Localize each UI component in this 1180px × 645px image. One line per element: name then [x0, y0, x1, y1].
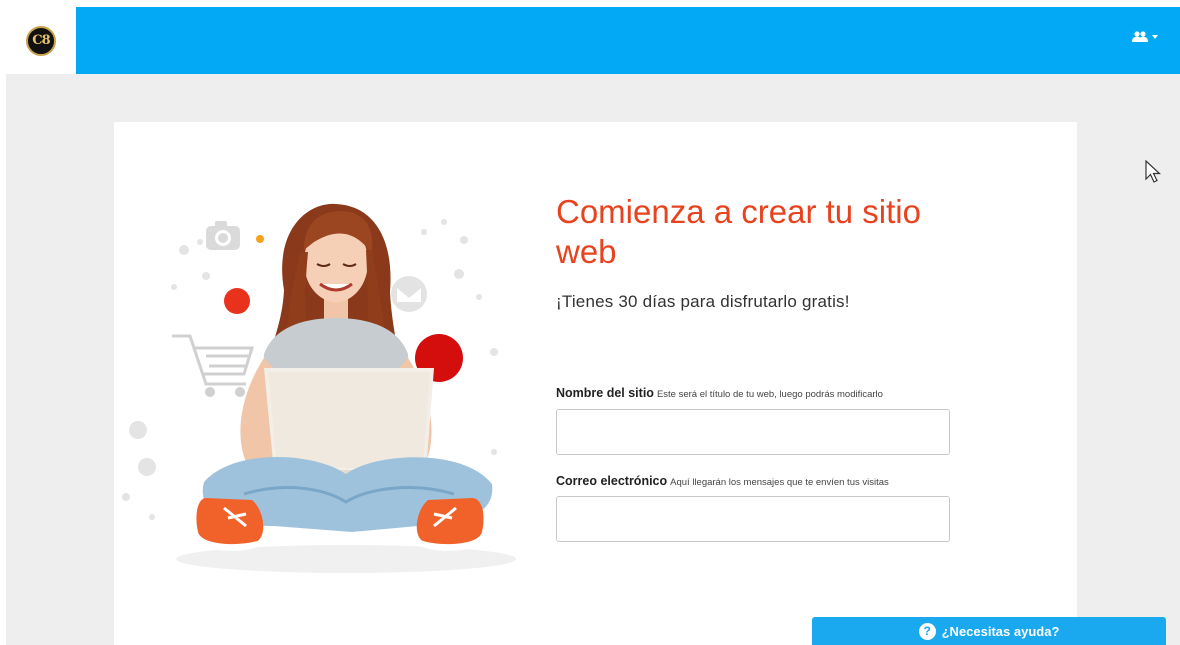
page-title: Comienza a crear tu sitio web — [556, 193, 921, 270]
site-name-label: Nombre del sitio Este será el título de t… — [556, 386, 883, 400]
chevron-down-icon — [1152, 34, 1158, 39]
email-input[interactable] — [556, 496, 950, 542]
mouse-cursor-icon — [1145, 160, 1161, 183]
logo: C8 — [26, 25, 56, 56]
email-label: Correo electrónico Aquí llegarán los mens… — [556, 474, 889, 488]
user-menu-dropdown[interactable] — [1132, 31, 1158, 42]
users-icon — [1132, 31, 1148, 42]
top-navbar — [76, 7, 1180, 74]
site-name-hint: Este será el título de tu web, luego pod… — [656, 389, 883, 400]
site-name-label-text: Nombre del sitio — [556, 386, 654, 400]
email-label-text: Correo electrónico — [556, 474, 668, 488]
signup-card: Comienza a crear tu sitio web ¡Tienes 30… — [114, 122, 1077, 645]
help-button-label: ¿Necesitas ayuda? — [941, 623, 1060, 639]
site-name-input[interactable] — [556, 409, 950, 455]
logo-area[interactable]: C8 — [6, 7, 76, 74]
page-subtitle: ¡Tienes 30 días para disfrutarlo gratis! — [556, 292, 850, 311]
page: C8 Comienza a crear tu sitio web ¡Tienes… — [0, 0, 1180, 645]
email-hint: Aquí llegarán los mensajes que te envíen… — [670, 477, 889, 488]
hero-illustration — [122, 203, 516, 573]
help-button[interactable]: ? ¿Necesitas ayuda? — [812, 617, 1166, 645]
question-circle-icon: ? — [918, 622, 936, 640]
